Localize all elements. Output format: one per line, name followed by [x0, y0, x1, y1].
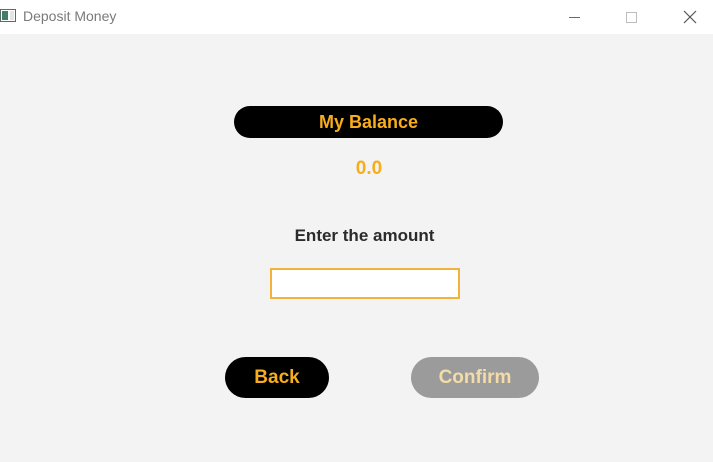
close-icon: [683, 10, 697, 24]
amount-label: Enter the amount: [294, 226, 435, 245]
title-bar: Deposit Money: [0, 0, 713, 34]
minimize-icon: [568, 16, 580, 18]
amount-input[interactable]: [270, 268, 460, 299]
minimize-button[interactable]: [551, 0, 597, 34]
window-title: Deposit Money: [23, 8, 117, 24]
balance-label: My Balance: [234, 106, 503, 138]
confirm-button[interactable]: Confirm: [411, 357, 539, 398]
app-window-icon: [0, 9, 16, 22]
balance-value: 0.0: [355, 158, 383, 179]
maximize-icon: [625, 11, 637, 23]
maximize-button[interactable]: [608, 0, 654, 34]
back-button[interactable]: Back: [225, 357, 329, 398]
close-button[interactable]: [667, 0, 713, 34]
